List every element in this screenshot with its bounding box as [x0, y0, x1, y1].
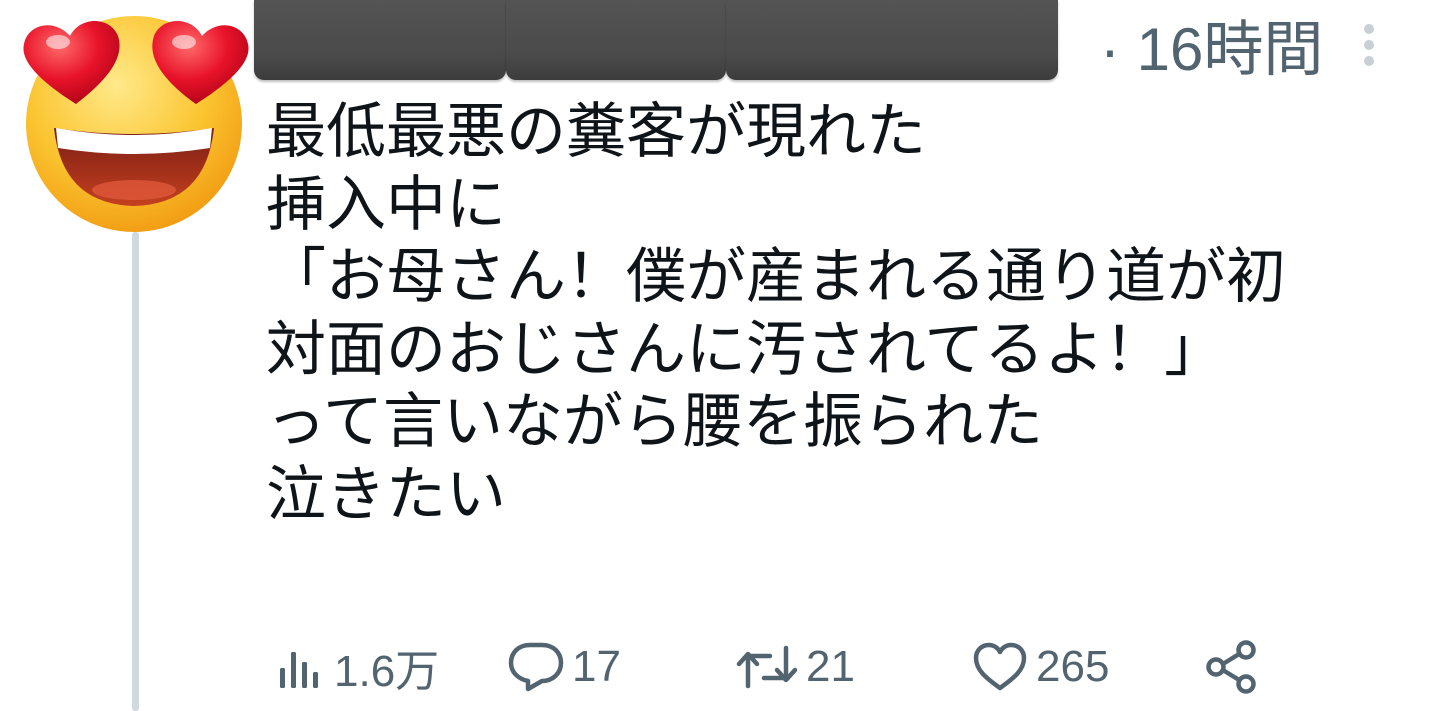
action-bar: 1.6万 17 21 265 [0, 632, 1440, 702]
repost-icon [736, 645, 798, 689]
redacted-name [254, 0, 506, 80]
views-chart-icon [280, 652, 318, 688]
post-line: 最低最悪の糞客が現れた [266, 97, 926, 167]
views-count: 1.6万 [334, 647, 440, 696]
post-line: って言いながら腰を振られた [266, 387, 1043, 457]
heart-icon [973, 642, 1027, 691]
post-body: 最低最悪の糞客が現れた 挿入中に 「お母さん！僕が産まれる通り道が初 対面のおじ… [266, 96, 1436, 531]
like-button[interactable]: 265 [972, 632, 1109, 702]
post-line: 挿入中に [266, 169, 506, 240]
heart-eyes-emoji-icon [23, 16, 249, 232]
post-line: 泣きたい [266, 459, 506, 530]
repost-button[interactable]: 21 [736, 632, 855, 702]
share-icon [1206, 640, 1256, 694]
repost-count: 21 [806, 642, 855, 691]
views-button[interactable]: 1.6万 [276, 632, 439, 702]
post-line: 「お母さん！僕が産まれる通り道が初 [266, 242, 1286, 312]
redacted-handle [506, 0, 726, 80]
redacted-handle-extra [726, 0, 1058, 80]
post-line: 対面のおじさんに汚されてるよ！」 [266, 314, 1225, 385]
reply-bubble-icon [508, 642, 564, 692]
avatar[interactable] [18, 8, 254, 234]
reply-count: 17 [572, 642, 621, 691]
more-vertical-icon[interactable] [1356, 24, 1382, 76]
share-button[interactable] [1204, 632, 1260, 702]
reply-button[interactable]: 17 [508, 632, 621, 702]
post: · 16時間 最低最悪の糞客が現れた 挿入中に 「お母さん！僕が産まれる通り道が… [0, 0, 1440, 711]
post-timestamp[interactable]: · 16時間 [1100, 14, 1323, 86]
like-count: 265 [1036, 642, 1110, 691]
